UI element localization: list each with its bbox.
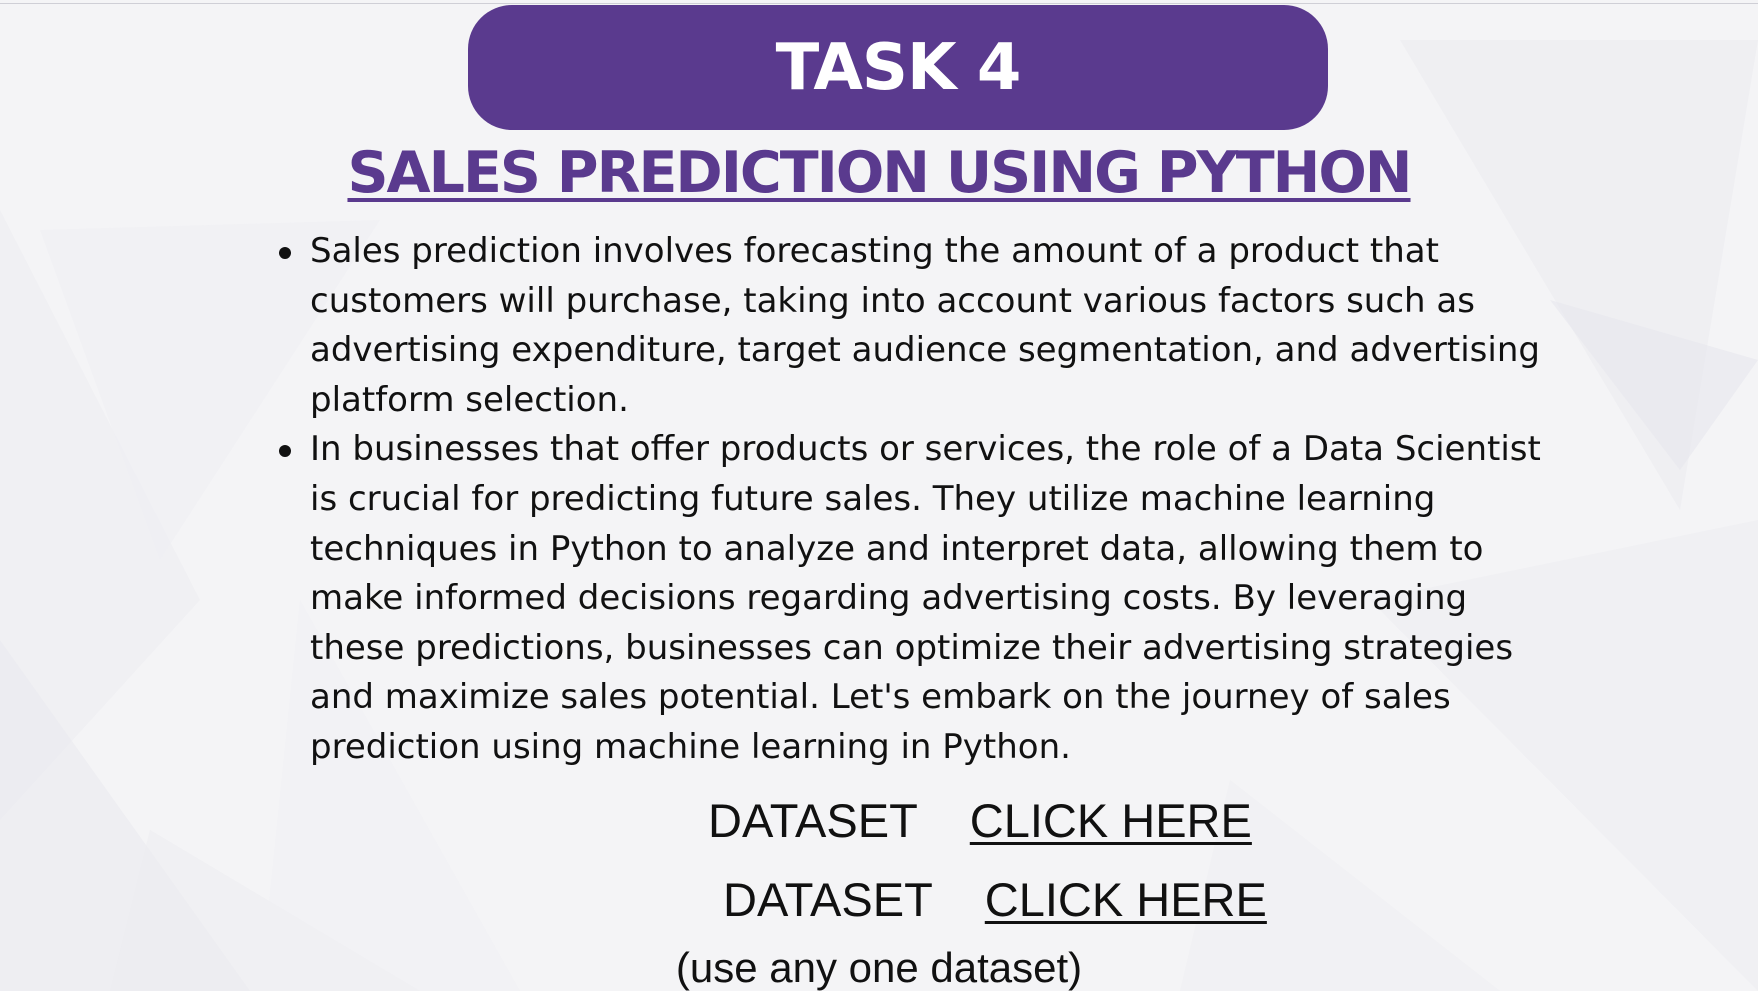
bullet-list: Sales prediction involves forecasting th…: [275, 227, 1565, 773]
list-item: Sales prediction involves forecasting th…: [275, 227, 1565, 425]
dataset-row-1: DATASET CLICK HERE: [708, 793, 1252, 848]
dataset-note: (use any one dataset): [675, 944, 1083, 991]
slide: TASK 4 SALES PREDICTION USING PYTHON Sal…: [0, 0, 1758, 991]
bullet-dot-icon: [279, 247, 291, 259]
dataset-label: DATASET: [708, 794, 918, 847]
page-title: SALES PREDICTION USING PYTHON: [347, 140, 1412, 206]
bullet-dot-icon: [279, 445, 291, 458]
list-item: In businesses that offer products or ser…: [275, 425, 1565, 772]
dataset-row-2: DATASET CLICK HERE: [723, 872, 1267, 927]
task-title: TASK 4: [775, 30, 1022, 105]
bullet-text: Sales prediction involves forecasting th…: [310, 231, 1540, 420]
bullet-text: In businesses that offer products or ser…: [310, 429, 1541, 767]
dataset-link-2[interactable]: CLICK HERE: [985, 872, 1267, 927]
dataset-link-1[interactable]: CLICK HERE: [970, 793, 1252, 848]
dataset-label: DATASET: [723, 873, 933, 926]
task-banner: TASK 4: [468, 5, 1328, 130]
